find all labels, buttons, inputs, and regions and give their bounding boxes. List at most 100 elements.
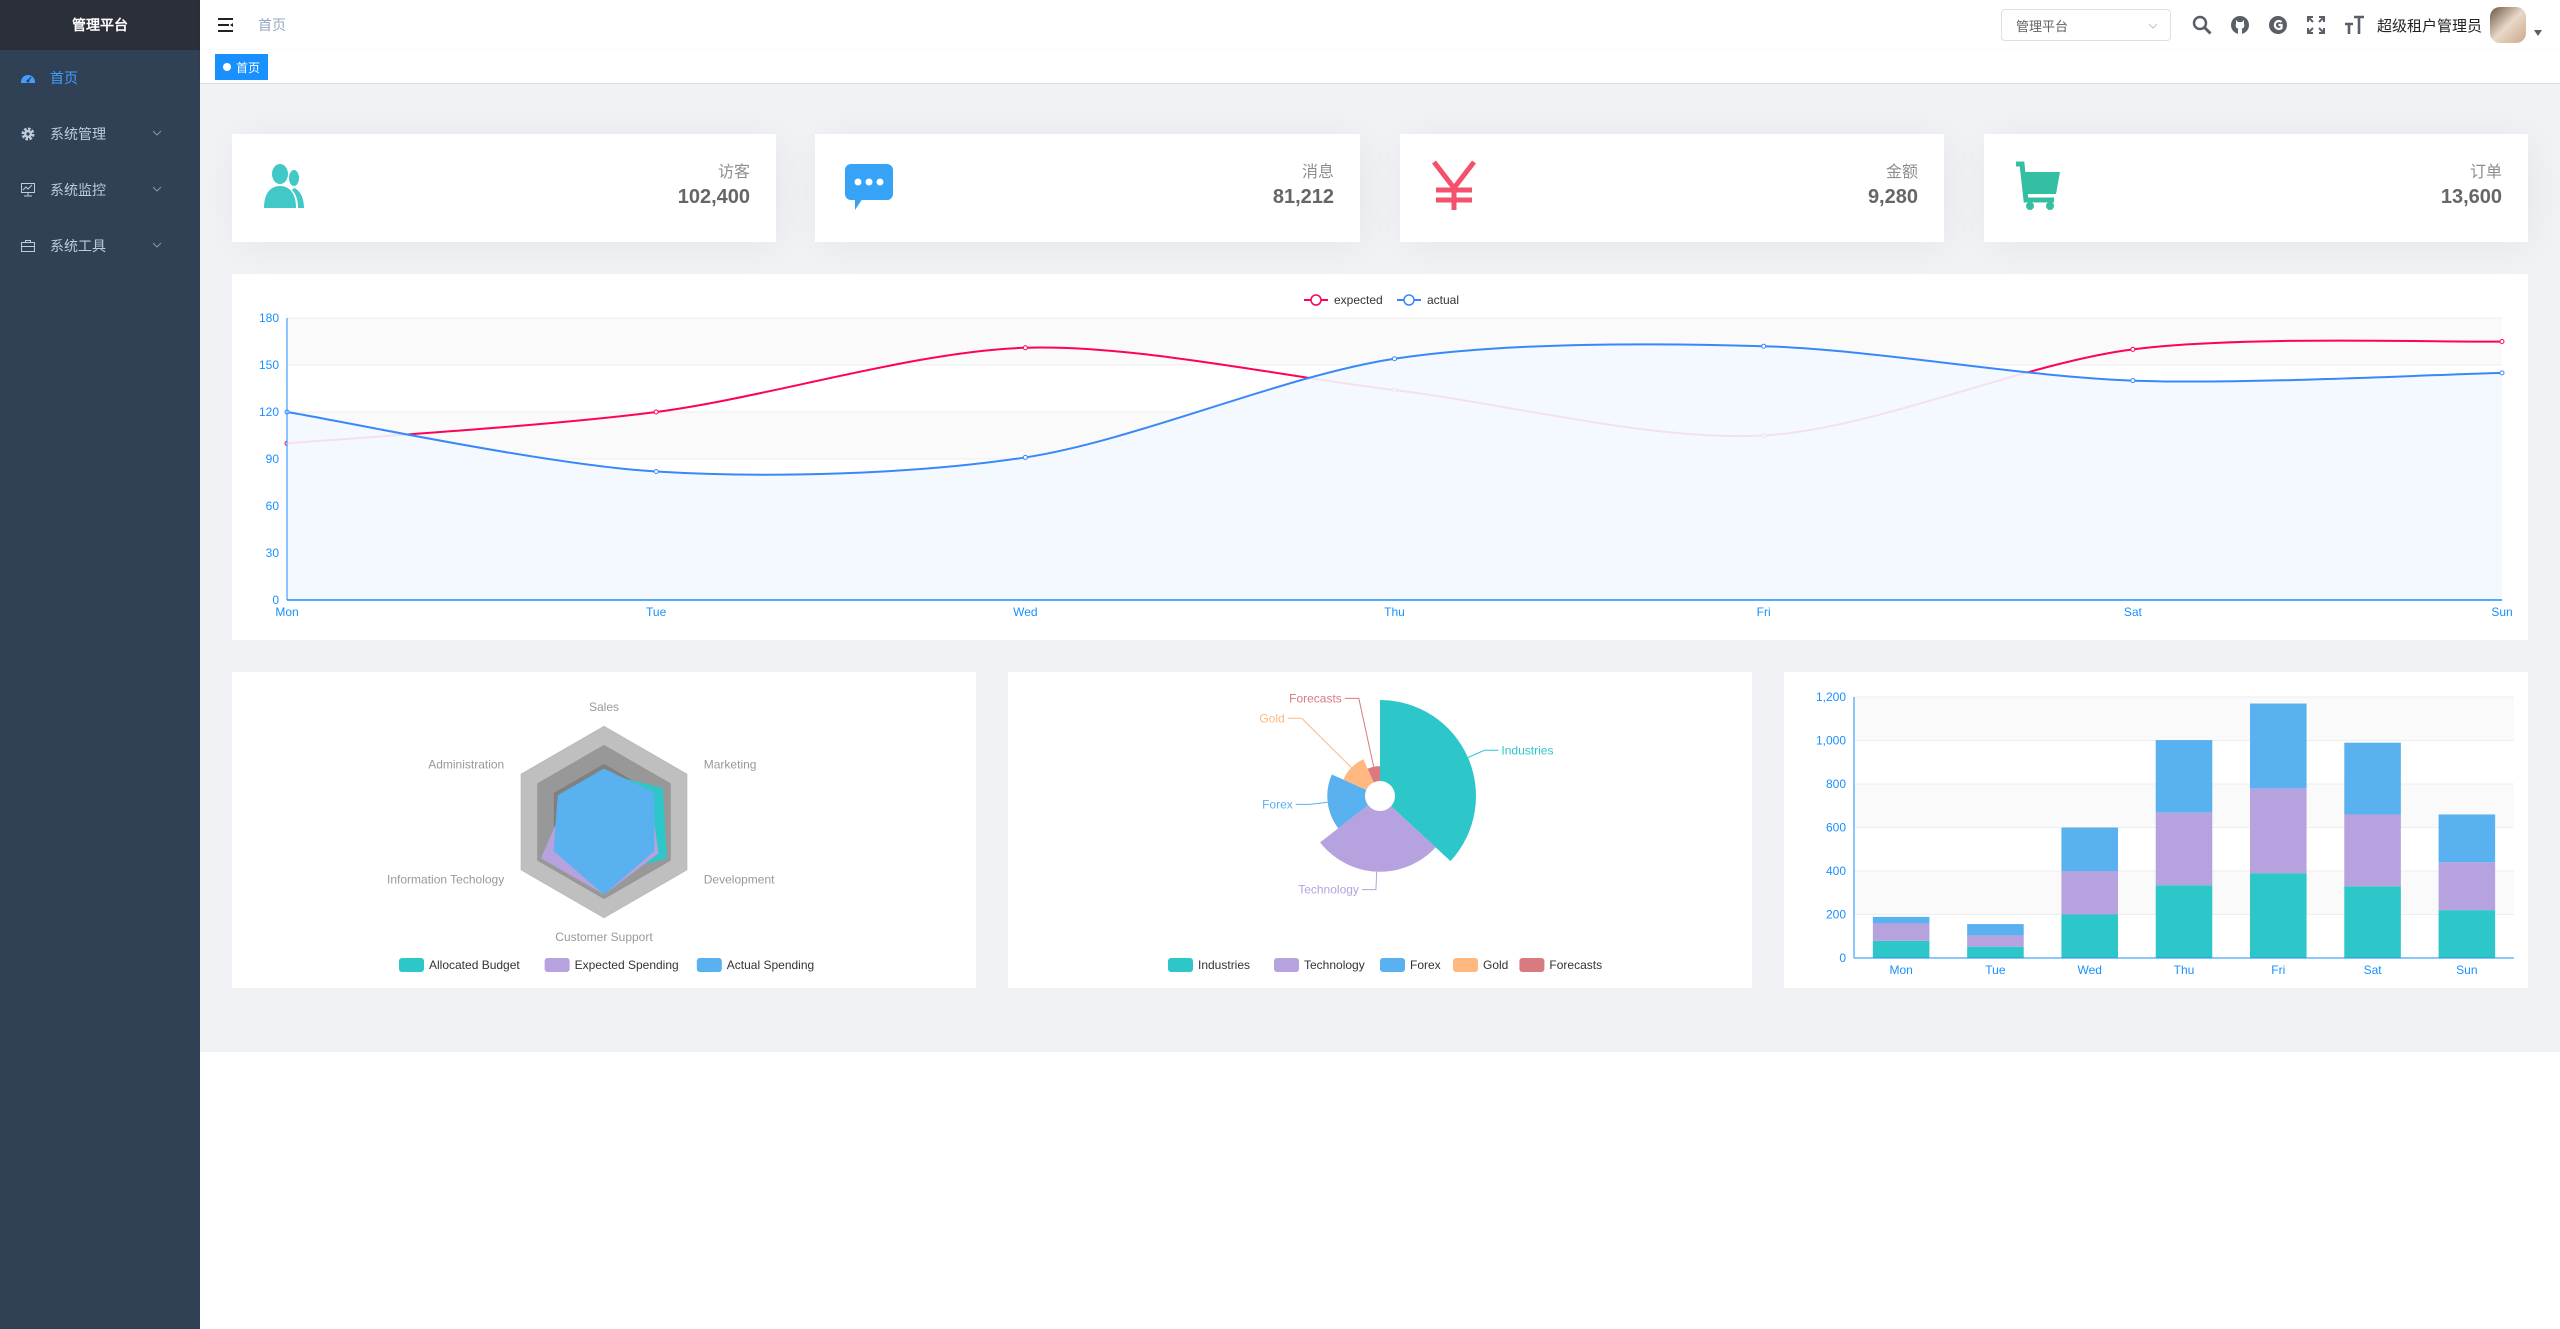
- bar-segment: [2250, 873, 2307, 958]
- bar-chart: 0 200 400 600 800 1,000 1,200 Mon Tue Wed Thu Fri Sa…: [1816, 690, 2514, 977]
- tags-view: 首页: [200, 50, 2560, 84]
- logo[interactable]: 管理平台: [0, 0, 200, 50]
- card-label: 金额: [1885, 164, 1918, 181]
- caret-down-icon[interactable]: [2534, 30, 2542, 36]
- sidebar-item-home[interactable]: 首页: [0, 50, 200, 106]
- slice-label: Industries: [1501, 743, 1553, 757]
- y-tick-label: 600: [1826, 821, 1846, 835]
- data-point: [2499, 370, 2505, 376]
- data-point: [653, 469, 659, 475]
- x-tick-label: Thu: [2174, 963, 2195, 977]
- x-tick-label: Sun: [2456, 963, 2477, 977]
- bar-segment: [1967, 946, 2024, 958]
- bar-segment: [1967, 935, 2024, 947]
- radar-indicator-label: Information Techology: [387, 873, 504, 887]
- card-label: 订单: [2469, 164, 2502, 181]
- bar-segment: [2438, 862, 2496, 911]
- x-tick-label: Tue: [646, 605, 667, 619]
- dashboard-icon: [21, 75, 35, 83]
- message-icon: [845, 164, 893, 210]
- navbar: 首页 管理平台 超级租户管理员: [200, 0, 2560, 50]
- bar-segment: [2344, 814, 2401, 887]
- radar-indicator-label: Customer Support: [555, 930, 653, 944]
- platform-select[interactable]: 管理平台: [2000, 9, 2171, 41]
- sidebar-item-system-monitor[interactable]: 系统监控: [0, 162, 200, 218]
- radar-indicator-label: Administration: [428, 757, 504, 771]
- bar-segment: [2438, 910, 2496, 958]
- tag-home[interactable]: 首页: [215, 54, 269, 80]
- line-chart: 0306090120150180expected actualMon Tue Wed T…: [259, 293, 2513, 619]
- bar-segment: [2344, 742, 2401, 815]
- sidebar-item-system-tools[interactable]: 系统工具: [0, 218, 200, 274]
- y-tick-label: 400: [1826, 864, 1846, 878]
- x-tick-label: Sat: [2364, 963, 2383, 977]
- y-tick-label: 30: [266, 546, 280, 560]
- tag-label: 首页: [236, 60, 261, 75]
- fullscreen-icon[interactable]: [2305, 14, 2327, 36]
- legend-label: Forex: [1410, 958, 1441, 972]
- bar-segment: [2438, 814, 2496, 863]
- g-icon[interactable]: [2267, 14, 2289, 36]
- bar-segment: [2061, 914, 2118, 958]
- label-line: [1344, 697, 1375, 767]
- legend-marker: [1380, 958, 1405, 972]
- data-point: [1022, 454, 1028, 460]
- x-tick-label: Tue: [1985, 963, 2006, 977]
- bar-segment: [1872, 916, 1930, 924]
- card-label: 消息: [1301, 164, 1334, 181]
- y-tick-label: 200: [1826, 908, 1846, 922]
- legend-label: Actual Spending: [727, 958, 814, 972]
- username[interactable]: 超级租户管理员: [2377, 15, 2482, 36]
- legend-marker: [1310, 294, 1322, 306]
- radar-chart: Sales Administration Information Techology…: [387, 700, 814, 972]
- bar-segment: [2061, 827, 2118, 871]
- legend-label: Allocated Budget: [429, 958, 520, 972]
- pie-chart-panel: Industries Technology Forex Gold Forecasts In…: [1008, 672, 1752, 988]
- card-label: 访客: [717, 164, 750, 181]
- card-visitors[interactable]: 访客 102,400: [232, 134, 776, 242]
- yen-icon: [1432, 160, 1476, 210]
- hamburger-icon[interactable]: [216, 15, 236, 35]
- legend-marker: [1168, 958, 1193, 972]
- y-tick-label: 800: [1826, 777, 1846, 791]
- shopping-cart-icon: [2016, 161, 2060, 210]
- card-orders[interactable]: 订单 13,600: [1984, 134, 2528, 242]
- x-tick-label: Wed: [1013, 605, 1037, 619]
- card-value: 102,400: [677, 186, 750, 208]
- legend-marker: [1274, 958, 1299, 972]
- card-value: 9,280: [1867, 186, 1918, 208]
- x-tick-label: Sat: [2124, 605, 2143, 619]
- card-messages[interactable]: 消息 81,212: [815, 134, 1360, 242]
- right-menu: 管理平台 超级租户管理员: [2000, 0, 2560, 50]
- y-tick-label: 90: [266, 452, 280, 466]
- slice-label: Forex: [1262, 797, 1293, 811]
- chevron-down-icon: [152, 242, 162, 248]
- gear-icon: [21, 127, 35, 141]
- github-icon[interactable]: [2229, 14, 2251, 36]
- radar-indicator-label: Sales: [589, 700, 619, 714]
- label-line: [1467, 749, 1499, 758]
- radar-chart-panel: Sales Administration Information Techology…: [232, 672, 976, 988]
- card-amount[interactable]: 金额 9,280: [1400, 134, 1944, 242]
- data-point: [2499, 339, 2505, 344]
- search-icon[interactable]: [2191, 14, 2213, 36]
- chevron-down-icon: [2148, 23, 2158, 29]
- sidebar-item-system-management[interactable]: 系统管理: [0, 106, 200, 162]
- x-tick-label: Wed: [2077, 963, 2101, 977]
- chevron-down-icon: [152, 130, 162, 136]
- sidebar-item-label: 系统监控: [50, 182, 106, 198]
- avatar[interactable]: [2490, 7, 2526, 43]
- font-size-icon[interactable]: [2343, 14, 2365, 36]
- x-tick-label: Fri: [2271, 963, 2285, 977]
- slice-label: Gold: [1259, 711, 1284, 725]
- legend-marker: [544, 958, 570, 972]
- y-tick-label: 0: [1839, 951, 1846, 965]
- breadcrumb[interactable]: 首页: [258, 15, 286, 35]
- card-value: 13,600: [2440, 186, 2502, 208]
- legend-label: Technology: [1304, 958, 1365, 972]
- legend-label: actual: [1427, 293, 1459, 307]
- data-point: [1392, 356, 1397, 362]
- pie-chart: Industries Technology Forex Gold Forecasts In…: [1168, 691, 1602, 972]
- monitor-icon: [21, 183, 35, 197]
- legend-marker: [399, 958, 424, 972]
